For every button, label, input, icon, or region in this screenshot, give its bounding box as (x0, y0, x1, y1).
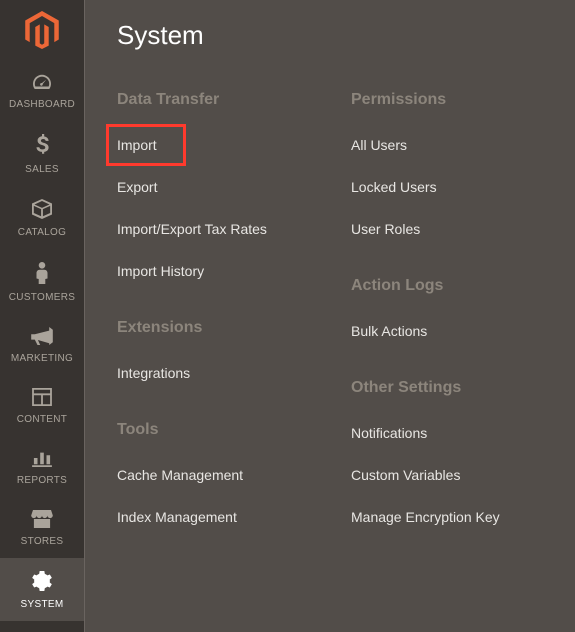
sidebar-item-reports[interactable]: REPORTS (0, 436, 84, 497)
sidebar-item-customers[interactable]: CUSTOMERS (0, 249, 84, 314)
sidebar-item-sales[interactable]: SALES (0, 121, 84, 186)
menu-link-index-management[interactable]: Index Management (117, 509, 341, 525)
menu-link-export[interactable]: Export (117, 179, 341, 195)
sidebar-item-marketing[interactable]: MARKETING (0, 314, 84, 375)
panel-column-right: Permissions All Users Locked Users User … (351, 91, 575, 551)
menu-link-cache-management[interactable]: Cache Management (117, 467, 341, 483)
magento-logo-icon (25, 11, 59, 49)
sidebar-item-label: REPORTS (17, 475, 67, 486)
highlight-box: Import (106, 124, 186, 166)
sidebar-item-label: STORES (21, 536, 64, 547)
menu-link-user-roles[interactable]: User Roles (351, 221, 575, 237)
gauge-icon (31, 73, 53, 94)
section-heading-action-logs: Action Logs (351, 277, 575, 295)
section-heading-data-transfer: Data Transfer (117, 91, 341, 109)
menu-link-bulk-actions[interactable]: Bulk Actions (351, 323, 575, 339)
sidebar-item-label: CUSTOMERS (9, 292, 75, 303)
logo[interactable] (0, 0, 84, 60)
section-heading-extensions: Extensions (117, 319, 341, 337)
sidebar-item-label: SYSTEM (21, 599, 64, 610)
panel-title: System (117, 20, 575, 51)
menu-link-all-users[interactable]: All Users (351, 137, 575, 153)
sidebar-item-content[interactable]: CONTENT (0, 375, 84, 436)
menu-link-manage-encryption-key[interactable]: Manage Encryption Key (351, 509, 575, 525)
gear-icon (32, 571, 52, 594)
sidebar-item-label: CONTENT (17, 414, 67, 425)
menu-link-notifications[interactable]: Notifications (351, 425, 575, 441)
menu-link-import-export-tax-rates[interactable]: Import/Export Tax Rates (117, 221, 341, 237)
system-panel: System Data Transfer Import Export Impor… (84, 0, 575, 632)
sidebar-item-stores[interactable]: STORES (0, 497, 84, 558)
panel-column-left: Data Transfer Import Export Import/Expor… (117, 91, 341, 551)
box-icon (31, 199, 53, 222)
sidebar-item-catalog[interactable]: CATALOG (0, 186, 84, 249)
section-heading-permissions: Permissions (351, 91, 575, 109)
storefront-icon (31, 510, 53, 531)
sidebar-item-label: CATALOG (18, 227, 66, 238)
megaphone-icon (31, 327, 53, 348)
sidebar-item-label: MARKETING (11, 353, 73, 364)
section-heading-tools: Tools (117, 421, 341, 439)
bar-chart-icon (32, 449, 52, 470)
layout-icon (32, 388, 52, 409)
person-icon (35, 262, 49, 287)
sidebar-item-label: DASHBOARD (9, 99, 75, 110)
menu-link-custom-variables[interactable]: Custom Variables (351, 467, 575, 483)
sidebar-item-system[interactable]: SYSTEM (0, 558, 84, 621)
sidebar-item-label: SALES (25, 164, 59, 175)
menu-link-integrations[interactable]: Integrations (117, 365, 341, 381)
section-heading-other-settings: Other Settings (351, 379, 575, 397)
menu-link-import[interactable]: Import (117, 137, 157, 153)
sidebar-item-dashboard[interactable]: DASHBOARD (0, 60, 84, 121)
menu-link-import-history[interactable]: Import History (117, 263, 341, 279)
menu-link-locked-users[interactable]: Locked Users (351, 179, 575, 195)
dollar-icon (35, 134, 49, 159)
admin-sidebar: DASHBOARD SALES CATALOG CUSTOMERS MARKET (0, 0, 84, 632)
